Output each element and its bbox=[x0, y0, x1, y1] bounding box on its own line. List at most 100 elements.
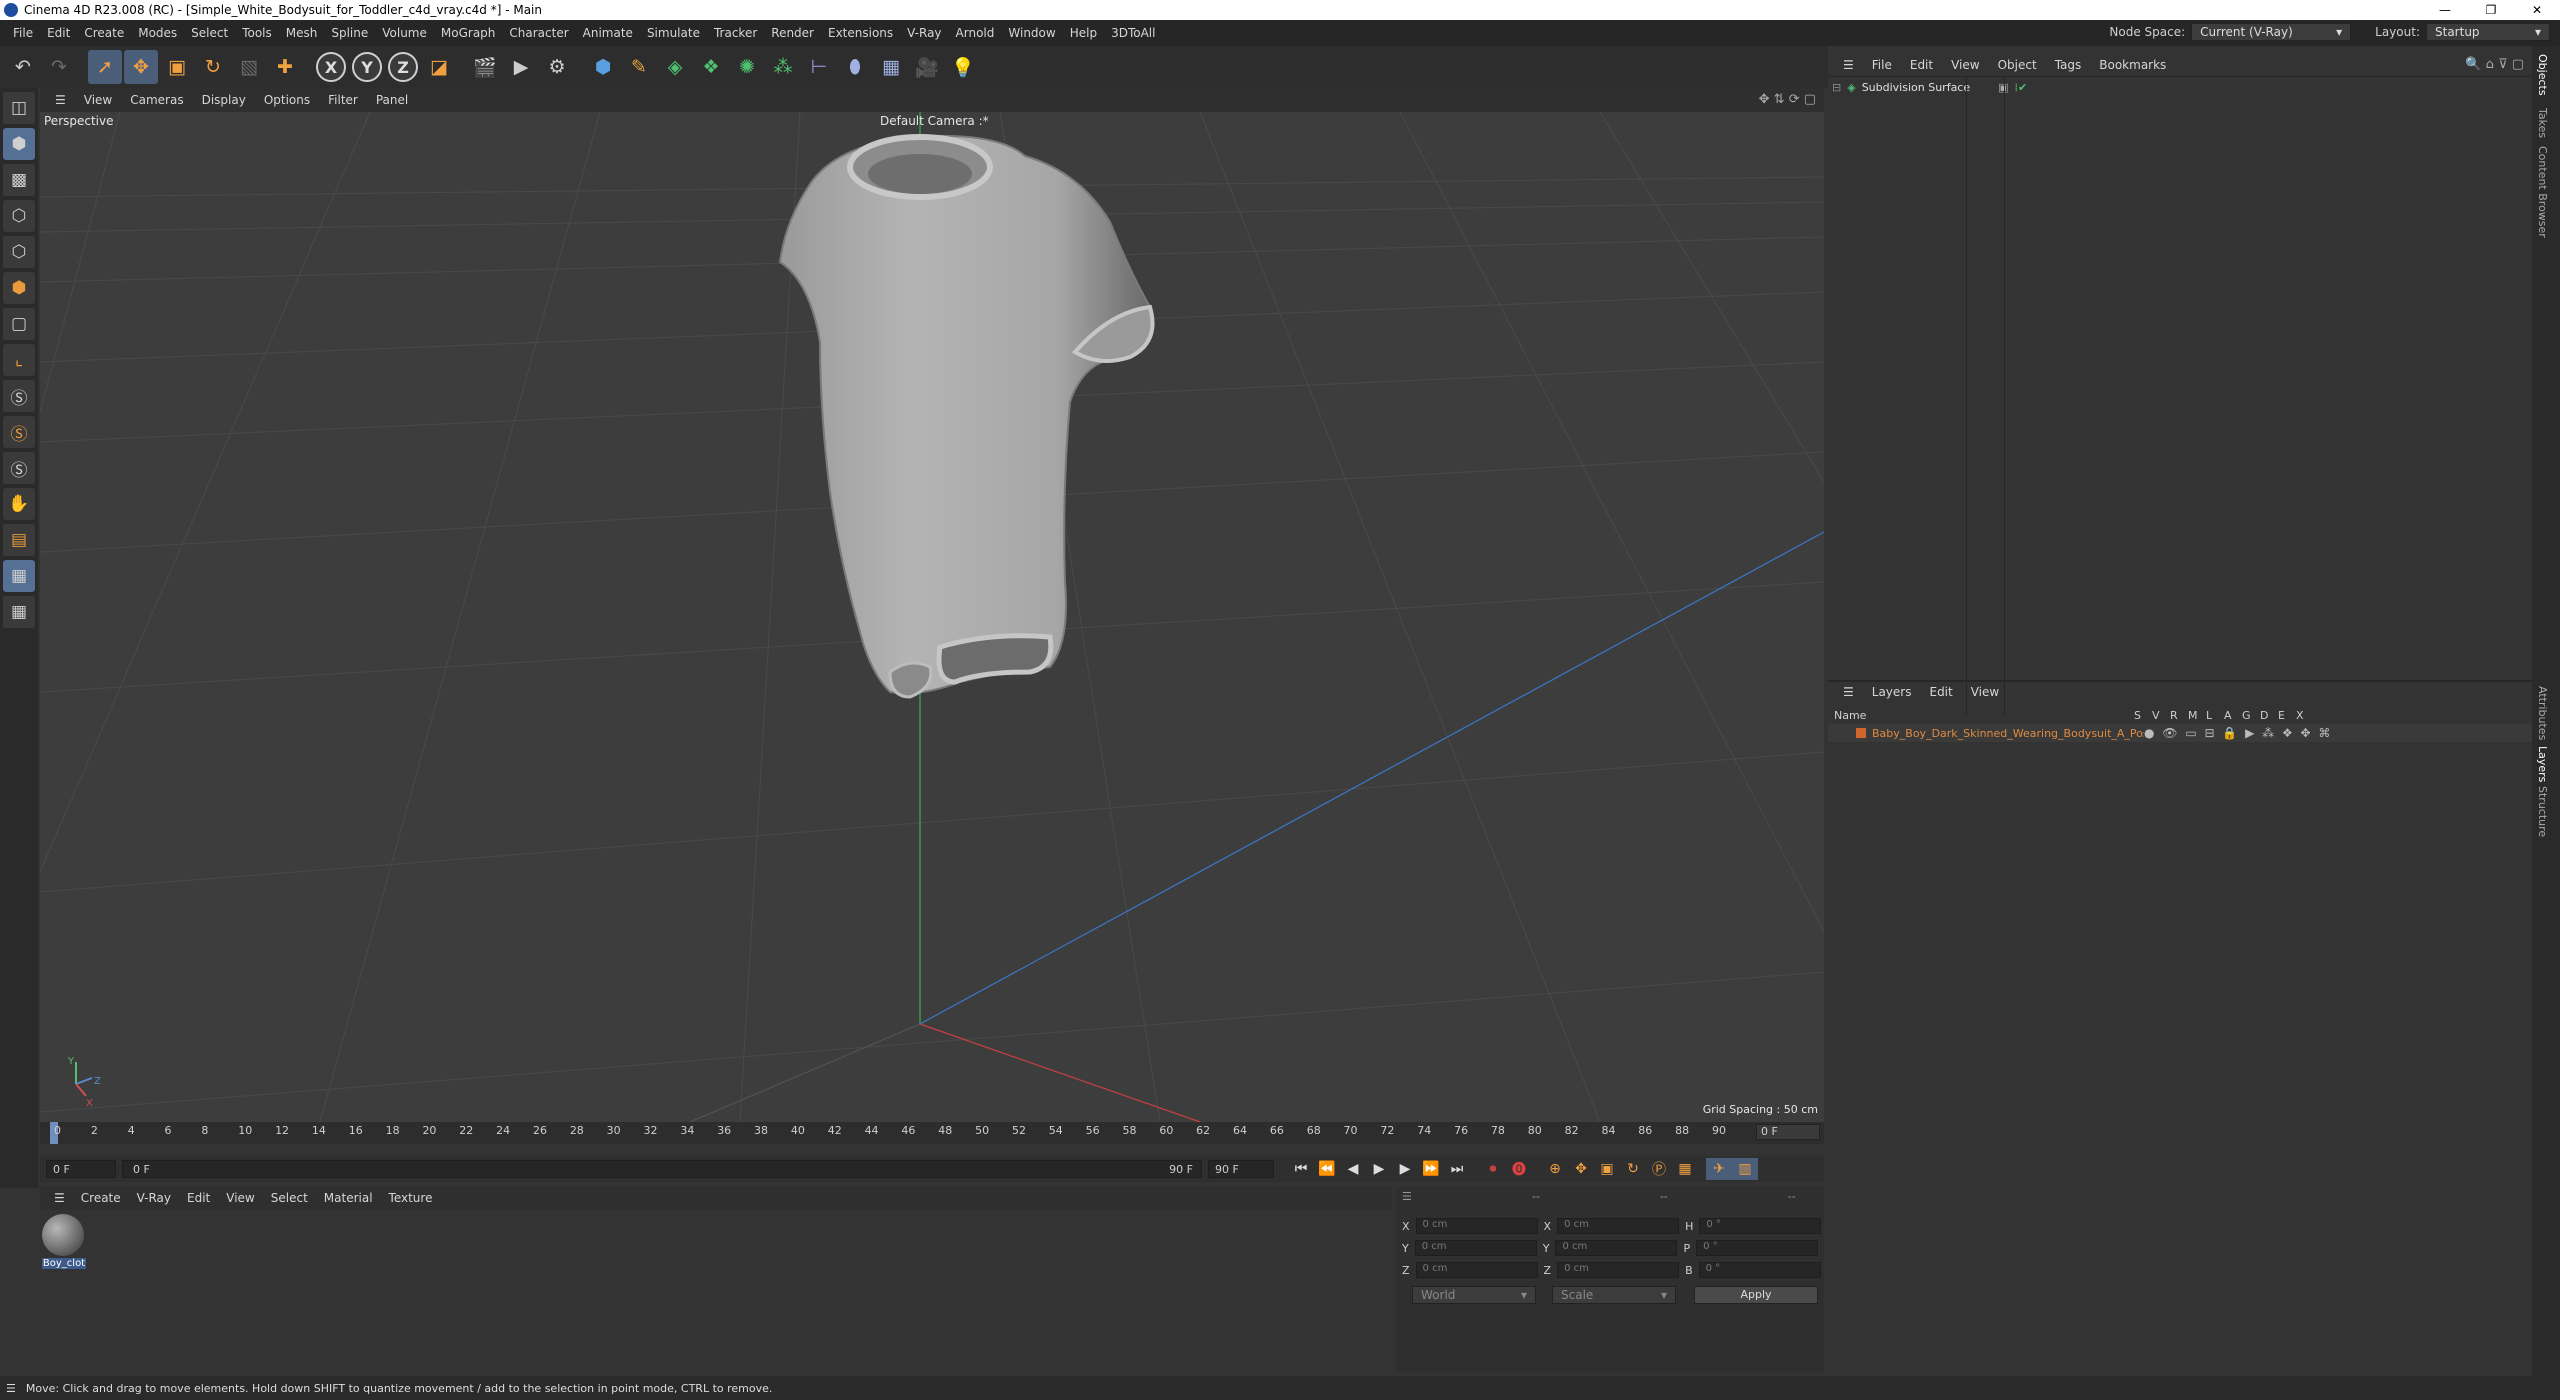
viewport-nav-icons[interactable]: ✥ ⇅ ⟳ ▢ bbox=[1759, 92, 1816, 107]
timeline-ruler[interactable]: 0 2 4 6 8 10 12 14 16 18 20 22 24 26 28 30 32 34 36 38 40 42 4… bbox=[40, 1122, 1824, 1144]
mat-menu-select[interactable]: Select bbox=[263, 1191, 316, 1205]
menu-tracker[interactable]: Tracker bbox=[707, 26, 764, 40]
size-x-field[interactable]: 0 cm bbox=[1557, 1218, 1680, 1234]
hamburger-icon[interactable]: ☰ bbox=[1834, 685, 1863, 699]
workplane-button[interactable]: ▤ bbox=[3, 524, 35, 556]
timeline-window-button[interactable]: ▥ bbox=[1732, 1158, 1758, 1180]
select-tool-button[interactable]: ➚ bbox=[88, 50, 122, 84]
viewport-menu-filter[interactable]: Filter bbox=[319, 93, 367, 107]
polygons-mode-button[interactable]: ⬢ bbox=[3, 272, 35, 304]
hamburger-icon[interactable]: ☰ bbox=[6, 1382, 16, 1395]
cloner-button[interactable]: ❖ bbox=[694, 50, 728, 84]
snap-button[interactable]: Ⓢ bbox=[3, 380, 35, 412]
object-manager-tools[interactable]: 🔍 ⌂ ⊽ ▢ bbox=[2465, 57, 2524, 72]
keyframe-selection-button[interactable]: ⊕ bbox=[1542, 1158, 1568, 1180]
mat-menu-create[interactable]: Create bbox=[73, 1191, 129, 1205]
menu-modes[interactable]: Modes bbox=[131, 26, 184, 40]
brush-button[interactable]: ✋ bbox=[3, 488, 35, 520]
x-axis-button[interactable]: X bbox=[314, 50, 348, 84]
subdivision-button[interactable]: ◈ bbox=[658, 50, 692, 84]
menu-spline[interactable]: Spline bbox=[324, 26, 375, 40]
menu-tools[interactable]: Tools bbox=[235, 26, 279, 40]
render-settings-button[interactable]: ⚙ bbox=[540, 50, 574, 84]
obj-menu-edit[interactable]: Edit bbox=[1901, 58, 1942, 72]
position-z-field[interactable]: 0 cm bbox=[1415, 1262, 1538, 1278]
enabled-check-icon[interactable]: ⁞✔ bbox=[2015, 81, 2028, 94]
rotation-h-field[interactable]: 0 ° bbox=[1699, 1218, 1822, 1234]
object-row[interactable]: ⊟ ◈ Subdivision Surface ▣ ⁞✔ bbox=[1832, 81, 2027, 94]
size-y-field[interactable]: 0 cm bbox=[1555, 1240, 1678, 1256]
viewport-menu-cameras[interactable]: Cameras bbox=[121, 93, 192, 107]
go-to-start-button[interactable]: ⏮ bbox=[1288, 1158, 1314, 1180]
layer-row[interactable]: Baby_Boy_Dark_Skinned_Wearing_Bodysuit_A… bbox=[1828, 724, 2532, 742]
coord-mode-dropdown[interactable]: World ▾ bbox=[1412, 1286, 1536, 1304]
key-rotation-button[interactable]: ↻ bbox=[1620, 1158, 1646, 1180]
obj-menu-bookmarks[interactable]: Bookmarks bbox=[2090, 58, 2175, 72]
z-axis-button[interactable]: Z bbox=[386, 50, 420, 84]
render-picture-viewer-button[interactable]: ▶ bbox=[504, 50, 538, 84]
rotate-tool-button[interactable]: ↻ bbox=[196, 50, 230, 84]
edges-mode-button[interactable]: ⬡ bbox=[3, 236, 35, 268]
expand-icon[interactable]: ⊟ bbox=[1832, 81, 1841, 94]
record-keys-button[interactable]: ⏺ bbox=[1480, 1158, 1506, 1180]
model-mode-button[interactable]: ⬢ bbox=[3, 128, 35, 160]
motion-system-button[interactable]: ✈ bbox=[1706, 1158, 1732, 1180]
light-button[interactable]: 💡 bbox=[946, 50, 980, 84]
quantize-button[interactable]: Ⓢ bbox=[3, 452, 35, 484]
tag-button[interactable]: ⬮ bbox=[838, 50, 872, 84]
obj-menu-object[interactable]: Object bbox=[1989, 58, 2046, 72]
key-scale-button[interactable]: ▣ bbox=[1594, 1158, 1620, 1180]
undo-button[interactable]: ↶ bbox=[6, 50, 40, 84]
bodysuit-model[interactable] bbox=[778, 134, 1155, 699]
coordinate-system-button[interactable]: ◪ bbox=[422, 50, 456, 84]
cube-button[interactable]: ⬢ bbox=[586, 50, 620, 84]
node-space-dropdown[interactable]: Current (V-Ray) ▾ bbox=[2191, 23, 2352, 41]
next-key-button[interactable]: ⏩ bbox=[1418, 1158, 1444, 1180]
menu-create[interactable]: Create bbox=[77, 26, 131, 40]
end-frame-field[interactable]: 90 F bbox=[1208, 1160, 1274, 1178]
position-y-field[interactable]: 0 cm bbox=[1414, 1240, 1537, 1256]
transform-tool-button[interactable]: ✚ bbox=[268, 50, 302, 84]
obj-menu-file[interactable]: File bbox=[1863, 58, 1901, 72]
scale-tool-button[interactable]: ▣ bbox=[160, 50, 194, 84]
size-z-field[interactable]: 0 cm bbox=[1557, 1262, 1680, 1278]
3d-viewport[interactable]: Y Z X Perspective Default Camera :* Grid… bbox=[40, 112, 1824, 1122]
redo-button[interactable]: ↷ bbox=[42, 50, 76, 84]
make-editable-button[interactable]: ◫ bbox=[3, 92, 35, 124]
hamburger-icon[interactable]: ☰ bbox=[1402, 1190, 1412, 1203]
position-x-field[interactable]: 0 cm bbox=[1415, 1218, 1538, 1234]
sketch-button[interactable]: ⊢ bbox=[802, 50, 836, 84]
hamburger-icon[interactable]: ☰ bbox=[1834, 58, 1863, 72]
viewport-menu-panel[interactable]: Panel bbox=[367, 93, 417, 107]
key-parameter-button[interactable]: Ⓟ bbox=[1646, 1158, 1672, 1180]
menu-render[interactable]: Render bbox=[764, 26, 821, 40]
viewport-menu-display[interactable]: Display bbox=[193, 93, 255, 107]
recent-tool-button[interactable]: ▧ bbox=[232, 50, 266, 84]
menu-extensions[interactable]: Extensions bbox=[821, 26, 900, 40]
obj-menu-tags[interactable]: Tags bbox=[2046, 58, 2091, 72]
side-tab-objects[interactable]: Objects bbox=[2536, 54, 2549, 96]
floor-button[interactable]: ▦ bbox=[874, 50, 908, 84]
y-axis-button[interactable]: Y bbox=[350, 50, 384, 84]
side-tab-content-browser[interactable]: Content Browser bbox=[2536, 146, 2549, 238]
start-frame-field[interactable]: 0 F bbox=[46, 1160, 116, 1178]
layers-menu-edit[interactable]: Edit bbox=[1920, 685, 1961, 699]
apply-button[interactable]: Apply bbox=[1694, 1286, 1818, 1304]
layout-dropdown[interactable]: Startup ▾ bbox=[2426, 23, 2550, 41]
viewport-menu-view[interactable]: View bbox=[75, 93, 121, 107]
mat-menu-vray[interactable]: V-Ray bbox=[129, 1191, 179, 1205]
viewport-menu-options[interactable]: Options bbox=[255, 93, 319, 107]
menu-3dtoall[interactable]: 3DToAll bbox=[1104, 26, 1162, 40]
size-mode-dropdown[interactable]: Scale ▾ bbox=[1552, 1286, 1676, 1304]
key-pla-button[interactable]: ▦ bbox=[1672, 1158, 1698, 1180]
mat-menu-texture[interactable]: Texture bbox=[381, 1191, 441, 1205]
layer-flag-icons[interactable]: ● 👁 ▭ ⊟ 🔒 ▶ ⁂ ❖ ✥ ⌘ bbox=[2144, 726, 2332, 740]
menu-simulate[interactable]: Simulate bbox=[640, 26, 707, 40]
autokey-button[interactable]: ⓿ bbox=[1506, 1158, 1532, 1180]
previous-key-button[interactable]: ⏪ bbox=[1314, 1158, 1340, 1180]
obj-menu-view[interactable]: View bbox=[1942, 58, 1988, 72]
current-frame-field[interactable]: 0 F bbox=[1756, 1124, 1820, 1140]
frame-range-slider[interactable]: 0 F 90 F bbox=[122, 1160, 1202, 1178]
render-view-button[interactable]: 🎬 bbox=[468, 50, 502, 84]
side-tab-structure[interactable]: Structure bbox=[2536, 786, 2549, 837]
